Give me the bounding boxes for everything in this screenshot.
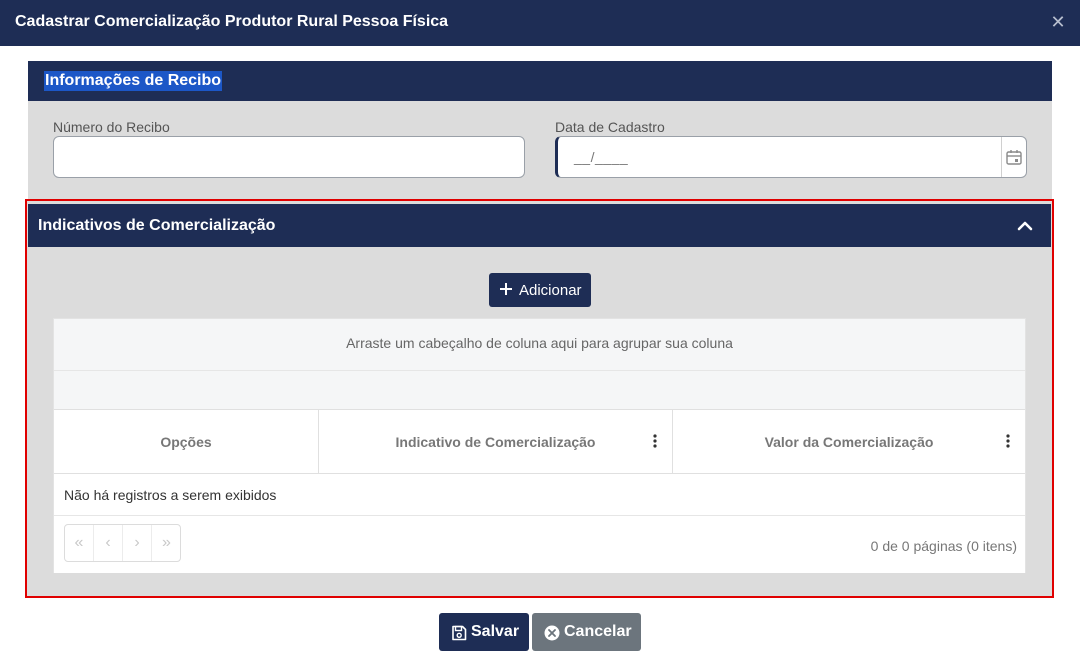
save-button-label: Salvar bbox=[471, 623, 520, 640]
pager: « ‹ › » 0 de 0 páginas (0 itens) bbox=[54, 515, 1025, 573]
column-header-label: Valor da Comercialização bbox=[764, 434, 934, 450]
no-records-message: Não há registros a serem exibidos bbox=[64, 487, 277, 503]
indicatives-title: Indicativos de Comercialização bbox=[38, 217, 276, 234]
receipt-info-section: Informações de Recibo Número do Recibo D… bbox=[28, 61, 1052, 199]
receipt-info-title: Informações de Recibo bbox=[44, 71, 223, 91]
floppy-disk-icon bbox=[451, 625, 467, 641]
close-icon[interactable]: ✕ bbox=[1050, 13, 1066, 31]
indicatives-section: Indicativos de Comercialização Adicionar… bbox=[25, 199, 1054, 598]
indicatives-header[interactable]: Indicativos de Comercialização bbox=[28, 204, 1051, 247]
receipt-number-input[interactable] bbox=[53, 136, 525, 178]
column-menu-icon[interactable] bbox=[1005, 433, 1011, 449]
plus-icon bbox=[499, 282, 513, 296]
date-mask: __/____ bbox=[574, 149, 629, 165]
filter-row bbox=[54, 371, 1025, 410]
add-button[interactable]: Adicionar bbox=[489, 273, 591, 307]
dialog-title: Cadastrar Comercialização Produtor Rural… bbox=[15, 13, 449, 30]
column-menu-icon[interactable] bbox=[652, 433, 658, 449]
group-panel-text: Arraste um cabeçalho de coluna aqui para… bbox=[346, 335, 733, 351]
column-header-label: Indicativo de Comercialização bbox=[395, 434, 596, 450]
first-page-button[interactable]: « bbox=[65, 525, 94, 561]
dialog-titlebar: Cadastrar Comercialização Produtor Rural… bbox=[0, 0, 1080, 46]
next-page-button[interactable]: › bbox=[123, 525, 152, 561]
column-header-indicative[interactable]: Indicativo de Comercialização bbox=[319, 410, 673, 474]
column-header-label: Opções bbox=[160, 434, 212, 450]
group-panel[interactable]: Arraste um cabeçalho de coluna aqui para… bbox=[54, 319, 1025, 371]
add-button-label: Adicionar bbox=[519, 282, 582, 299]
calendar-icon[interactable] bbox=[1001, 137, 1026, 177]
column-header-options[interactable]: Opções bbox=[54, 410, 319, 474]
close-circle-icon bbox=[544, 625, 560, 641]
pager-navigation: « ‹ › » bbox=[64, 524, 181, 562]
registration-date-label: Data de Cadastro bbox=[555, 119, 665, 135]
cancel-button-label: Cancelar bbox=[564, 623, 632, 640]
cancel-button[interactable]: Cancelar bbox=[532, 613, 641, 651]
column-header-value[interactable]: Valor da Comercialização bbox=[673, 410, 1025, 474]
pager-info: 0 de 0 páginas (0 itens) bbox=[870, 538, 1017, 554]
previous-page-button[interactable]: ‹ bbox=[94, 525, 123, 561]
registration-date-input[interactable]: __/____ bbox=[555, 136, 1027, 178]
chevron-up-icon[interactable] bbox=[1017, 218, 1033, 234]
indicatives-grid: Arraste um cabeçalho de coluna aqui para… bbox=[53, 318, 1026, 573]
receipt-info-header: Informações de Recibo bbox=[28, 61, 1052, 101]
last-page-button[interactable]: » bbox=[152, 525, 181, 561]
receipt-number-label: Número do Recibo bbox=[53, 119, 170, 135]
save-button[interactable]: Salvar bbox=[439, 613, 529, 651]
